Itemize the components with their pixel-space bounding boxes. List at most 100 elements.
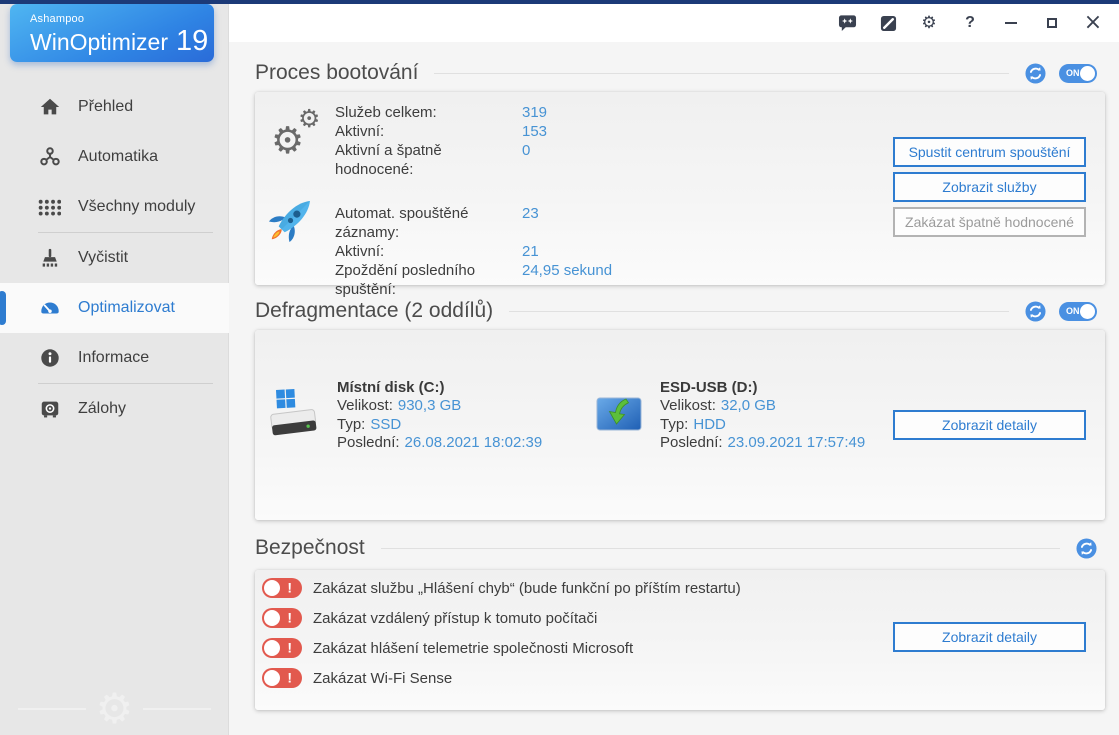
stat-label: Služeb celkem: xyxy=(335,103,522,122)
drive-d-icon xyxy=(596,392,642,441)
stat-value: SSD xyxy=(370,416,401,433)
stat-row: Služeb celkem: 319 xyxy=(335,103,547,122)
sidebar-item-informace[interactable]: Informace xyxy=(0,333,229,383)
sidebar-item-label: Optimalizovat xyxy=(78,299,175,317)
sidebar-item-prehled[interactable]: Přehled xyxy=(0,82,229,132)
security-toggle-error-reporting[interactable]: ! xyxy=(262,578,302,598)
security-card: ! Zakázat službu „Hlášení chyb“ (bude fu… xyxy=(255,570,1105,710)
stat-row: Aktivní a špatně hodnocené: 0 xyxy=(335,141,547,179)
stat-value: 24,95 sekund xyxy=(522,261,612,299)
drive-name: ESD-USB (D:) xyxy=(660,378,865,397)
toggle-knob xyxy=(264,640,280,656)
minimize-button[interactable] xyxy=(1001,13,1021,33)
drive-row: Velikost:32,0 GB xyxy=(660,397,865,416)
stat-row: Aktivní: 21 xyxy=(335,242,612,261)
refresh-boot-button[interactable] xyxy=(1025,63,1046,84)
section-title-defrag: Defragmentace (2 oddílů) xyxy=(255,299,493,323)
rocket-icon xyxy=(265,192,321,250)
stat-label: Velikost: xyxy=(660,397,716,414)
drive-row: Typ: SSD xyxy=(337,416,542,435)
security-row: ! Zakázat Wi-Fi Sense xyxy=(262,668,452,688)
security-item-label: Zakázat hlášení telemetrie společnosti M… xyxy=(313,640,633,657)
sidebar-item-vycistit[interactable]: Vyčistit xyxy=(0,233,229,283)
stat-value: 21 xyxy=(522,242,539,261)
defrag-card: Místní disk (C:) Velikost:930,3 GB Typ:S… xyxy=(255,330,1105,520)
security-toggle-telemetry[interactable]: ! xyxy=(262,638,302,658)
drive-row: Typ:HDD xyxy=(660,416,865,435)
sidebar-item-label: Automatika xyxy=(78,148,158,166)
window-top-accent xyxy=(0,0,1119,4)
warning-mark: ! xyxy=(287,580,292,596)
drive-c-info: Místní disk (C:) Velikost:930,3 GB Typ:S… xyxy=(337,378,542,453)
settings-gear-icon[interactable]: ⚙ xyxy=(919,13,939,33)
open-boot-center-button[interactable]: Spustit centrum spouštění xyxy=(893,137,1086,167)
sidebar-item-vsechny-moduly[interactable]: Všechny moduly xyxy=(0,182,229,232)
titlebar: ⚙ ? × xyxy=(229,4,1119,42)
stat-label: Velikost: xyxy=(337,397,393,414)
stat-label: Poslední: xyxy=(337,434,400,451)
header-divider xyxy=(434,73,1009,74)
toggle-on-label: ON xyxy=(1066,306,1080,316)
disable-bad-rated-button[interactable]: Zakázat špatně hodnocené xyxy=(893,207,1086,237)
boot-on-toggle[interactable]: ON xyxy=(1059,64,1097,83)
stat-value: HDD xyxy=(693,416,726,433)
watermark-line xyxy=(143,708,211,710)
stat-label: Typ: xyxy=(337,416,365,433)
sidebar-item-label: Informace xyxy=(78,349,149,367)
feedback-icon[interactable] xyxy=(837,13,857,33)
defrag-on-toggle[interactable]: ON xyxy=(1059,302,1097,321)
sidebar: Ashampoo WinOptimizer 19 Přehled Automat… xyxy=(0,0,229,735)
drive-row: Poslední:23.09.2021 17:57:49 xyxy=(660,434,865,453)
help-icon[interactable]: ? xyxy=(960,13,980,33)
info-icon xyxy=(38,347,61,370)
stat-value: 23 xyxy=(522,204,539,242)
maximize-button[interactable] xyxy=(1042,13,1062,33)
speedometer-icon xyxy=(38,297,61,320)
sidebar-item-zalohy[interactable]: Zálohy xyxy=(0,384,229,434)
security-toggle-remote-access[interactable]: ! xyxy=(262,608,302,628)
toggle-on-label: ON xyxy=(1066,68,1080,78)
stat-value: 23.09.2021 17:57:49 xyxy=(728,434,866,451)
show-services-button[interactable]: Zobrazit služby xyxy=(893,172,1086,202)
stat-label: Aktivní a špatně hodnocené: xyxy=(335,141,522,179)
stat-label: Aktivní: xyxy=(335,242,522,261)
stat-row: Automat. spouštěné záznamy: 23 xyxy=(335,204,612,242)
stat-label: Zpoždění posledního spuštění: xyxy=(335,261,522,299)
refresh-security-button[interactable] xyxy=(1076,538,1097,559)
watermark-line xyxy=(18,708,86,710)
watermark-gear-icon: ⚙ xyxy=(96,688,134,730)
gear-small-icon: ⚙ xyxy=(298,106,320,131)
security-item-label: Zakázat Wi-Fi Sense xyxy=(313,670,452,687)
notes-icon[interactable] xyxy=(878,13,898,33)
close-button[interactable]: × xyxy=(1083,13,1103,33)
sidebar-item-label: Všechny moduly xyxy=(78,198,195,216)
drive-d-info: ESD-USB (D:) Velikost:32,0 GB Typ:HDD Po… xyxy=(660,378,865,453)
logo-version: 19 xyxy=(176,25,208,58)
autostart-stats: Automat. spouštěné záznamy: 23 Aktivní: … xyxy=(335,204,612,299)
warning-mark: ! xyxy=(287,670,292,686)
header-divider xyxy=(509,311,1009,312)
drive-row: Poslední: 26.08.2021 18:02:39 xyxy=(337,434,542,453)
app-logo: Ashampoo WinOptimizer 19 xyxy=(10,4,214,62)
defrag-details-button[interactable]: Zobrazit detaily xyxy=(893,410,1086,440)
drive-name: Místní disk (C:) xyxy=(337,378,542,397)
security-toggle-wifi-sense[interactable]: ! xyxy=(262,668,302,688)
section-title-security: Bezpečnost xyxy=(255,536,365,560)
header-divider xyxy=(381,548,1060,549)
sidebar-item-label: Zálohy xyxy=(78,400,126,418)
sidebar-nav: Přehled Automatika Všechny moduly xyxy=(0,82,229,434)
safe-icon xyxy=(38,398,61,421)
stat-row: Aktivní: 153 xyxy=(335,122,547,141)
stat-label: Automat. spouštěné záznamy: xyxy=(335,204,522,242)
security-row: ! Zakázat vzdálený přístup k tomuto počí… xyxy=(262,608,597,628)
sidebar-item-automatika[interactable]: Automatika xyxy=(0,132,229,182)
stat-row: Zpoždění posledního spuštění: 24,95 seku… xyxy=(335,261,612,299)
broom-icon xyxy=(38,247,61,270)
sidebar-item-optimalizovat[interactable]: Optimalizovat xyxy=(0,283,229,333)
automation-icon xyxy=(38,146,61,169)
warning-mark: ! xyxy=(287,640,292,656)
stat-value: 319 xyxy=(522,103,547,122)
stat-value: 26.08.2021 18:02:39 xyxy=(405,434,543,451)
security-details-button[interactable]: Zobrazit detaily xyxy=(893,622,1086,652)
refresh-defrag-button[interactable] xyxy=(1025,301,1046,322)
